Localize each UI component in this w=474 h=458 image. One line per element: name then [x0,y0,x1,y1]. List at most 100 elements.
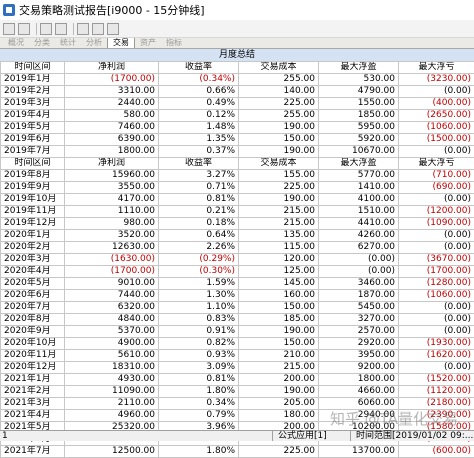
window-title: 交易策略测试报告[i9000 - 15分钟线] [19,2,205,18]
table-row: 2020年12月18310.003.09%215.009200.00(0.00) [1,362,474,374]
table-cell: (1620.00) [399,350,474,362]
table-row: 2021年1月4930.000.81%200.001800.00(1520.00… [1,374,474,386]
table-cell: 3950.00 [319,350,399,362]
table-cell: 1800.00 [319,374,399,386]
table-cell: 135.00 [239,230,319,242]
print-icon[interactable] [40,23,52,35]
table-cell: 1850.00 [319,110,399,122]
column-header: 最大浮盈 [319,158,399,170]
table-row: 2019年6月6390.001.35%150.005920.00(1500.00… [1,134,474,146]
table-cell: 2020年3月 [1,254,65,266]
report-tabs: 概况分类统计分析交易资产指标 [0,38,474,49]
table-cell: 225.00 [239,446,319,458]
table-cell: 2020年10月 [1,338,65,350]
table-cell: 10670.00 [319,146,399,158]
table-cell: 0.79% [159,410,239,422]
table-cell: 115.00 [239,242,319,254]
table-cell: 2.26% [159,242,239,254]
table-row: 2019年1月(1700.00)(0.34%)255.00530.00(3230… [1,74,474,86]
table-cell: (1060.00) [399,122,474,134]
save-icon[interactable] [18,23,30,35]
tab-3[interactable]: 分析 [81,38,107,48]
table-cell: 0.83% [159,314,239,326]
table-cell: (1280.00) [399,278,474,290]
table-row: 2020年5月9010.001.59%145.003460.00(1280.00… [1,278,474,290]
table-cell: 255.00 [239,110,319,122]
table-cell: 2920.00 [319,338,399,350]
table-row: 2021年7月12500.001.80%225.0013700.00(600.0… [1,446,474,458]
table-cell: 2020年1月 [1,230,65,242]
table-cell: (0.00) [399,194,474,206]
table-cell: (0.00) [399,146,474,158]
table-cell: 255.00 [239,74,319,86]
export-icon[interactable] [92,23,104,35]
table-header-row: 时间区间净利润收益率交易成本最大浮盈最大浮亏 [1,62,474,74]
tab-2[interactable]: 统计 [55,38,81,48]
table-cell: (3230.00) [399,74,474,86]
table-cell: (0.00) [399,230,474,242]
table-cell: 2021年2月 [1,386,65,398]
table-cell: 6390.00 [65,134,159,146]
new-icon[interactable] [3,23,15,35]
table-cell: 2020年12月 [1,362,65,374]
status-time-range: 时间范围[2019/01/02 09:... [356,431,473,441]
table-cell: 0.64% [159,230,239,242]
table-cell: 1.10% [159,302,239,314]
column-header: 净利润 [65,158,159,170]
table-cell: 210.00 [239,350,319,362]
table-cell: 0.71% [159,182,239,194]
table-cell: (690.00) [399,182,474,194]
table-row: 2019年11月1110.000.21%215.001510.00(1200.0… [1,206,474,218]
toolbar-separator [36,23,37,35]
table-cell: 4960.00 [65,410,159,422]
table-cell: 6270.00 [319,242,399,254]
status-formula: 公式应用[1] [278,431,327,441]
table-cell: (1700.00) [399,266,474,278]
tab-1[interactable]: 分类 [29,38,55,48]
table-cell: 150.00 [239,338,319,350]
table-cell: (1120.00) [399,386,474,398]
table-cell: 215.00 [239,206,319,218]
table-cell: 215.00 [239,218,319,230]
column-header: 时间区间 [1,158,65,170]
column-header: 交易成本 [239,158,319,170]
table-cell: 190.00 [239,326,319,338]
table-cell: (0.00) [319,254,399,266]
table-cell: (0.00) [399,86,474,98]
table-row: 2019年5月7460.001.48%190.005950.00(1060.00… [1,122,474,134]
table-cell: 3520.00 [65,230,159,242]
tab-6[interactable]: 指标 [161,38,187,48]
column-header: 最大浮盈 [319,62,399,74]
table-cell: 2019年4月 [1,110,65,122]
table-cell: 4840.00 [65,314,159,326]
table-row: 2020年11月5610.000.93%210.003950.00(1620.0… [1,350,474,362]
column-header: 收益率 [159,62,239,74]
table-cell: (1200.00) [399,206,474,218]
table-cell: 1510.00 [319,206,399,218]
table-cell: 4410.00 [319,218,399,230]
table-cell: 12630.00 [65,242,159,254]
table-cell: (1700.00) [65,74,159,86]
monthly-summary-table: 时间区间净利润收益率交易成本最大浮盈最大浮亏2019年1月(1700.00)(0… [0,61,474,458]
table-cell: 2020年5月 [1,278,65,290]
table-cell: 18310.00 [65,362,159,374]
tab-4[interactable]: 交易 [107,38,135,48]
table-cell: 4260.00 [319,230,399,242]
table-cell: 5610.00 [65,350,159,362]
table-cell: 2020年2月 [1,242,65,254]
copy-icon[interactable] [77,23,89,35]
table-cell: 1.80% [159,446,239,458]
table-cell: (0.00) [399,242,474,254]
table-cell: 140.00 [239,86,319,98]
table-cell: 5370.00 [65,326,159,338]
print-preview-icon[interactable] [55,23,67,35]
table-cell: 1550.00 [319,98,399,110]
table-cell: 0.81% [159,374,239,386]
table-cell: (2650.00) [399,110,474,122]
tab-0[interactable]: 概况 [3,38,29,48]
tab-5[interactable]: 资产 [135,38,161,48]
table-cell: 2021年4月 [1,410,65,422]
table-cell: 0.12% [159,110,239,122]
help-icon[interactable] [107,23,119,35]
app-icon [3,4,15,16]
